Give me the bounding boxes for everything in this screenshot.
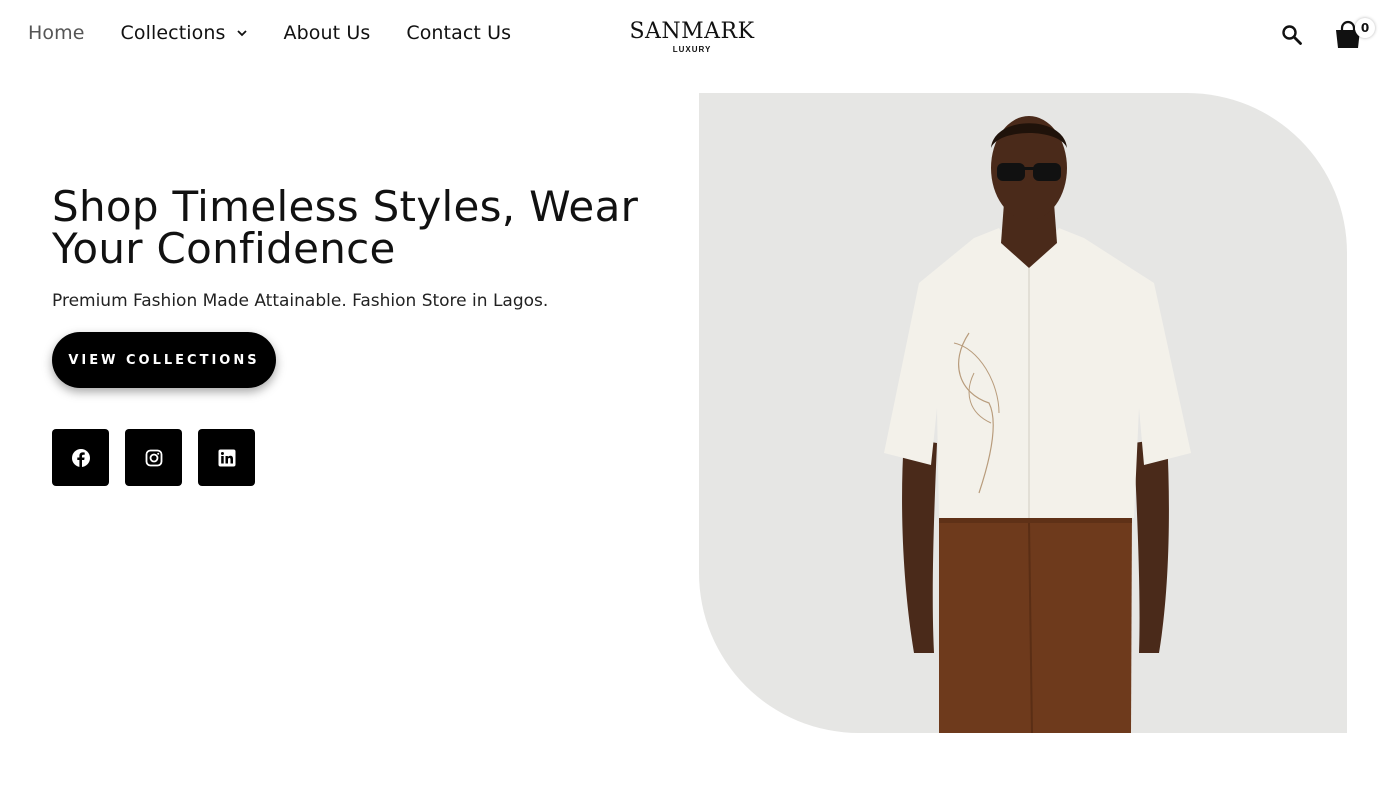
instagram-link[interactable] <box>125 429 182 486</box>
linkedin-icon <box>218 449 235 466</box>
cart-count-badge: 0 <box>1355 18 1375 38</box>
view-collections-button[interactable]: VIEW COLLECTIONS <box>52 332 276 388</box>
logo-wordmark: SANMARK <box>629 19 755 44</box>
hero-image <box>699 93 1347 733</box>
nav-item-label: Collections <box>120 22 226 44</box>
nav-item-label: Contact Us <box>406 22 512 44</box>
linkedin-link[interactable] <box>198 429 255 486</box>
nav-item-about[interactable]: About Us <box>284 22 371 44</box>
nav-item-label: About Us <box>283 22 371 44</box>
search-icon[interactable] <box>1281 24 1303 46</box>
nav-item-contact[interactable]: Contact Us <box>406 22 511 44</box>
chevron-down-icon <box>236 30 247 37</box>
nav-item-home[interactable]: Home <box>28 22 85 44</box>
nav-item-label: Home <box>28 22 85 44</box>
hero-subtitle: Premium Fashion Made Attainable. Fashion… <box>52 291 549 311</box>
facebook-link[interactable] <box>52 429 109 486</box>
logo-tagline: LUXURY <box>672 45 712 54</box>
social-links <box>52 429 271 486</box>
model-illustration <box>884 116 1191 733</box>
nav-item-collections[interactable]: Collections <box>121 22 248 44</box>
facebook-icon <box>71 448 90 467</box>
hero-title: Shop Timeless Styles, Wear Your Confiden… <box>52 182 639 273</box>
instagram-icon <box>145 449 162 466</box>
site-logo[interactable]: SANMARK LUXURY <box>627 20 757 55</box>
site-header: Home Collections About Us Contact Us SAN… <box>0 0 1400 72</box>
main-nav: Home Collections About Us Contact Us <box>28 22 547 44</box>
